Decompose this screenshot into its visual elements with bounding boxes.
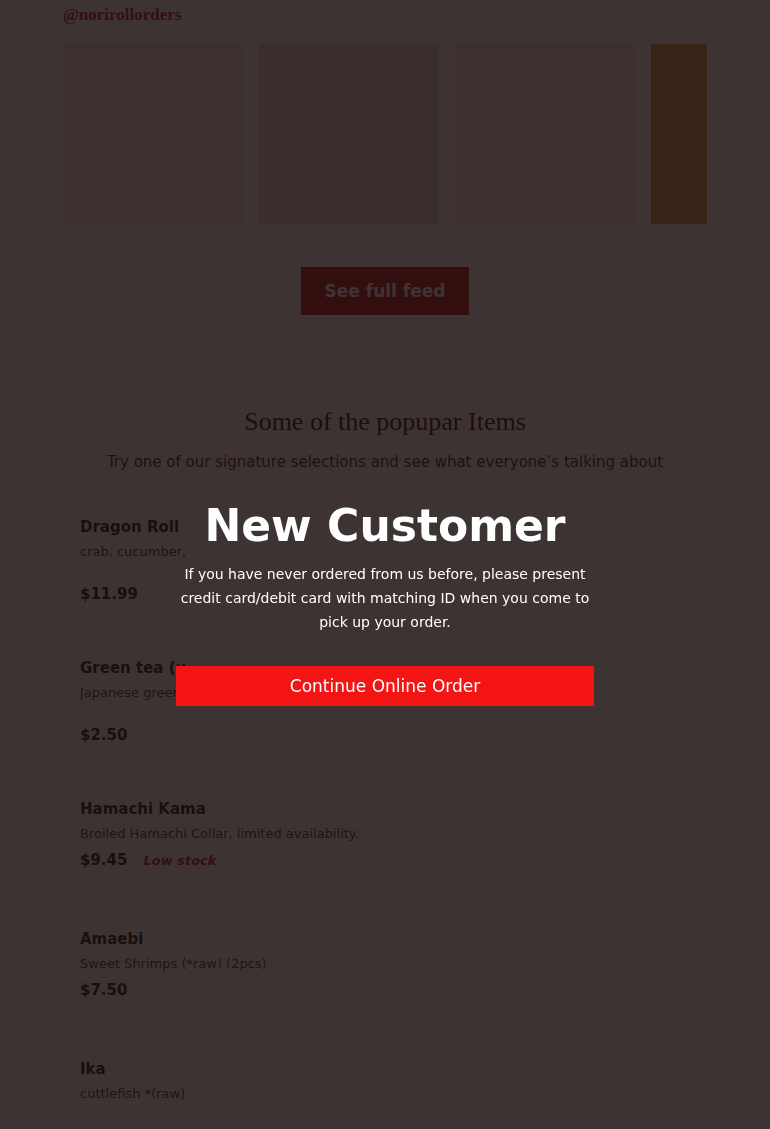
continue-button[interactable]: Continue Online Order	[176, 666, 594, 706]
modal-overlay: New Customer If you have never ordered fr…	[0, 0, 770, 1129]
modal-title: New Customer	[204, 498, 565, 554]
modal-message: If you have never ordered from us before…	[176, 562, 594, 634]
